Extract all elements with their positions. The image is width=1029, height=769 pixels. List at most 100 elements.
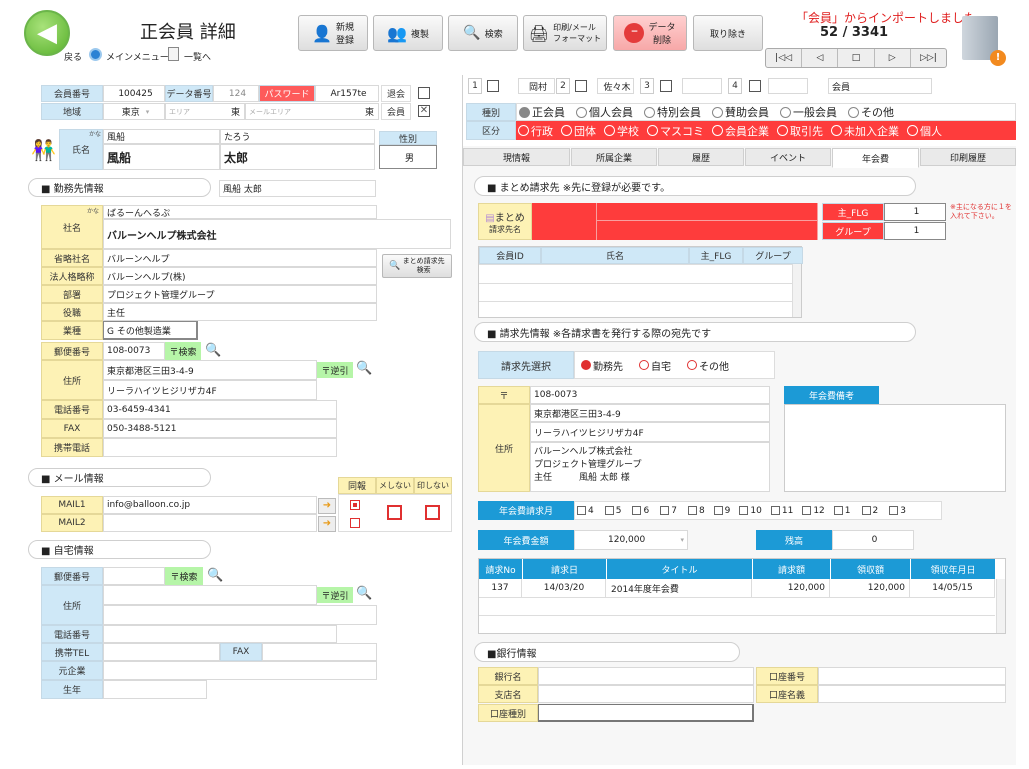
member-flag-checkbox[interactable]: ✕ [418,105,430,117]
kind-option[interactable]: 正会員 [519,104,565,120]
work-reverse-lookup-button[interactable]: 〒逆引 [317,362,353,378]
short-name-field[interactable]: バルーンヘルプ [103,249,377,267]
first-name-field[interactable]: 太郎 [220,144,375,170]
list-link[interactable]: 一覧へ [184,50,211,63]
withdraw-checkbox[interactable] [418,87,430,99]
birth-year-field[interactable] [103,680,207,699]
mail-area-field[interactable]: メールエリア東 [245,103,379,120]
work-mobile-field[interactable] [103,438,337,457]
main-flg-field[interactable]: 1 [884,203,946,221]
scrollbar[interactable] [996,579,1005,633]
division-option[interactable]: 学校 [604,123,639,139]
send-mail2-icon[interactable]: ➜ [318,516,336,532]
title-field[interactable]: 主任 [103,303,377,321]
home-address1-field[interactable] [103,585,317,605]
work-tel-field[interactable]: 03-6459-4341 [103,400,337,419]
kana-first-field[interactable]: たろう [220,129,375,144]
group1-checkbox[interactable] [487,80,499,92]
month-option[interactable]: 4 [577,506,594,516]
same-mail2-checkbox[interactable] [350,518,360,528]
magnifier-icon[interactable]: 🔍 [356,586,372,601]
group2-field[interactable]: 佐々木 [597,78,634,94]
group4-field[interactable] [768,78,808,94]
company-name-field[interactable]: バルーンヘルプ株式会社 [103,219,451,249]
same-mail1-checkbox[interactable] [350,500,360,510]
corp-type-field[interactable]: バルーンヘルプ(株) [103,267,377,285]
billing-option[interactable]: その他 [687,358,729,373]
invoice-cell[interactable]: 137 [479,579,522,597]
last-name-field[interactable]: 風船 [103,144,220,170]
group-field[interactable]: 1 [884,222,946,240]
new-button[interactable]: 👤 新規 登録 [298,15,368,51]
print-button[interactable]: 🖨 印刷/メール フォーマット [523,15,607,51]
copy-button[interactable]: 👥 複製 [373,15,443,51]
month-option[interactable]: 2 [861,506,878,516]
back-label[interactable]: 戻る [64,50,82,63]
tab-0[interactable]: 現情報 [463,148,570,166]
month-option[interactable]: 3 [889,506,906,516]
kind-option[interactable]: 一般会員 [780,104,837,120]
month-option[interactable]: 1 [833,506,851,516]
billing-zip-field[interactable]: 108-0073 [530,386,770,404]
division-option[interactable]: 会員企業 [712,123,769,139]
division-option[interactable]: 団体 [561,123,596,139]
scrollbar[interactable] [792,264,801,317]
month-option[interactable]: 6 [632,506,649,516]
group2-checkbox[interactable] [575,80,587,92]
division-option[interactable]: 行政 [518,123,553,139]
member-type-field[interactable]: 会員 [828,78,932,94]
mail1-field[interactable]: info@balloon.co.jp [103,496,317,514]
cancel-button[interactable]: 取り除き [693,15,763,51]
home-fax-field[interactable] [262,643,377,661]
month-option[interactable]: 11 [770,506,793,516]
area-field[interactable]: エリア東 [165,103,245,120]
work-zip-field[interactable]: 108-0073 [103,342,165,360]
invoice-cell[interactable]: 120,000 [831,579,910,597]
month-option[interactable]: 8 [687,506,705,516]
home-mobile-field[interactable] [103,643,220,661]
former-company-field[interactable] [103,661,377,680]
fee-note-field[interactable] [784,404,1006,492]
work-fax-field[interactable]: 050-3488-5121 [103,419,337,438]
password-field[interactable]: Ar157te [315,85,379,102]
invoice-cell[interactable]: 14/03/20 [523,579,606,597]
dept-field[interactable]: プロジェクト管理グループ [103,285,377,303]
invoice-cell[interactable]: 2014年度年会費 [607,579,752,597]
contact-person-field[interactable]: 風船 太郎 [219,180,376,197]
last-record-icon[interactable]: ▷▷| [911,49,946,67]
work-zip-search-button[interactable]: 〒検索 [165,342,201,360]
work-address1-field[interactable]: 東京都港区三田3-4-9 [103,360,317,380]
prev-record-icon[interactable]: ◁ [802,49,839,67]
mail2-field[interactable] [103,514,317,532]
search-button[interactable]: 🔍 検索 [448,15,518,51]
region-field[interactable]: 東京 ▾ [103,103,165,120]
division-option[interactable]: 未加入企業 [831,123,899,139]
month-option[interactable]: 12 [802,506,825,516]
gender-field[interactable]: 男 [379,145,437,169]
home-zip-field[interactable] [103,567,165,585]
bulk-billing-search-button[interactable]: 🔍 まとめ請求先 検索 [382,254,452,278]
kind-option[interactable]: 賛助会員 [712,104,769,120]
tab-5[interactable]: 印刷履歴 [920,148,1016,166]
home-zip-search-button[interactable]: 〒検索 [165,567,203,585]
send-mail1-icon[interactable]: ➜ [318,498,336,514]
billing-option[interactable]: 勤務先 [581,358,623,373]
invoice-cell[interactable]: 14/05/15 [911,579,995,597]
bank-name-field[interactable] [538,667,754,685]
kana-last-field[interactable]: 風船 [103,129,220,144]
account-no-field[interactable] [818,667,1006,685]
fee-amount-field[interactable]: 120,000 ▾ [574,530,688,550]
group3-field[interactable] [682,78,722,94]
month-option[interactable]: 10 [739,506,762,516]
account-type-field[interactable] [538,704,754,722]
magnifier-icon[interactable]: 🔍 [356,361,372,376]
home-address2-field[interactable] [103,605,377,625]
invoice-cell[interactable]: 120,000 [753,579,830,597]
group3-checkbox[interactable] [660,80,672,92]
billing-address2-field[interactable]: リーラハイツヒジリザカ4F [530,422,770,442]
month-option[interactable]: 5 [604,506,621,516]
member-no-field[interactable]: 100425 [103,85,165,102]
company-kana-field[interactable]: ばるーんへるぷ [103,205,377,219]
division-option[interactable]: 個人 [907,123,942,139]
work-address2-field[interactable]: リーラハイツヒジリザカ4F [103,380,317,400]
